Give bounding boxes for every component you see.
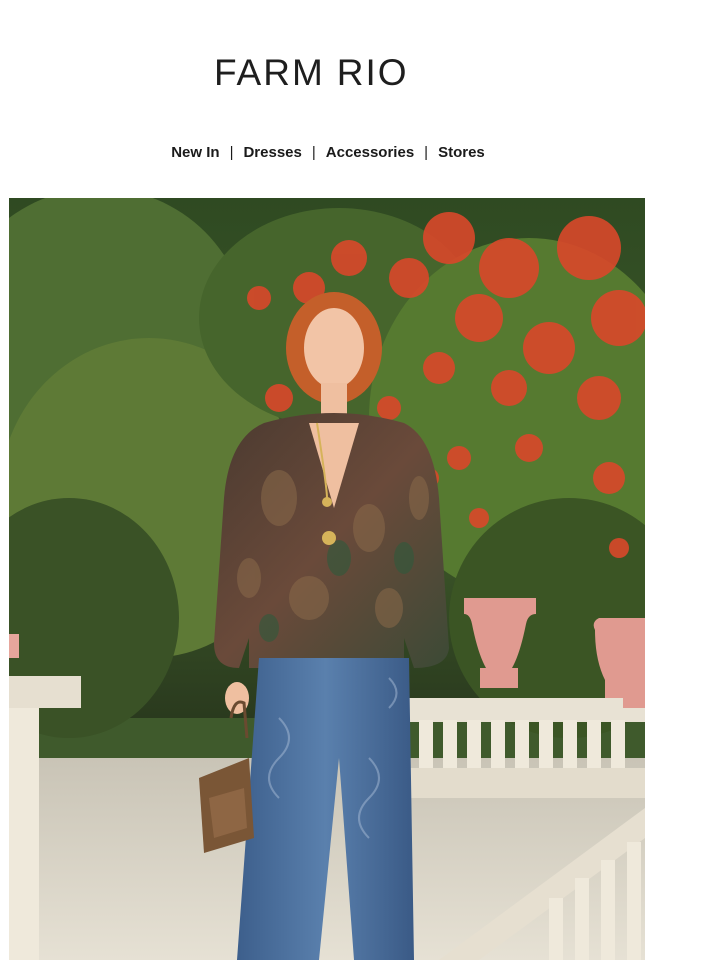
main-nav: New In | Dresses | Accessories | Stores — [0, 144, 656, 161]
nav-link-dresses[interactable]: Dresses — [243, 144, 301, 161]
nav-link-stores[interactable]: Stores — [438, 144, 485, 161]
nav-separator: | — [229, 144, 234, 161]
nav-link-accessories[interactable]: Accessories — [326, 144, 414, 161]
brand-logo[interactable]: FARM RIO — [214, 52, 409, 94]
brand-logo-rio: RIO — [336, 52, 409, 93]
nav-separator: | — [424, 144, 429, 161]
hero-image[interactable] — [9, 198, 645, 960]
email-page: FARM RIO New In | Dresses | Accessories … — [0, 0, 720, 960]
nav-link-new-in[interactable]: New In — [171, 144, 219, 161]
brand-logo-farm: FARM — [214, 52, 325, 93]
hero-photo-illustration — [9, 198, 645, 960]
nav-separator: | — [311, 144, 316, 161]
